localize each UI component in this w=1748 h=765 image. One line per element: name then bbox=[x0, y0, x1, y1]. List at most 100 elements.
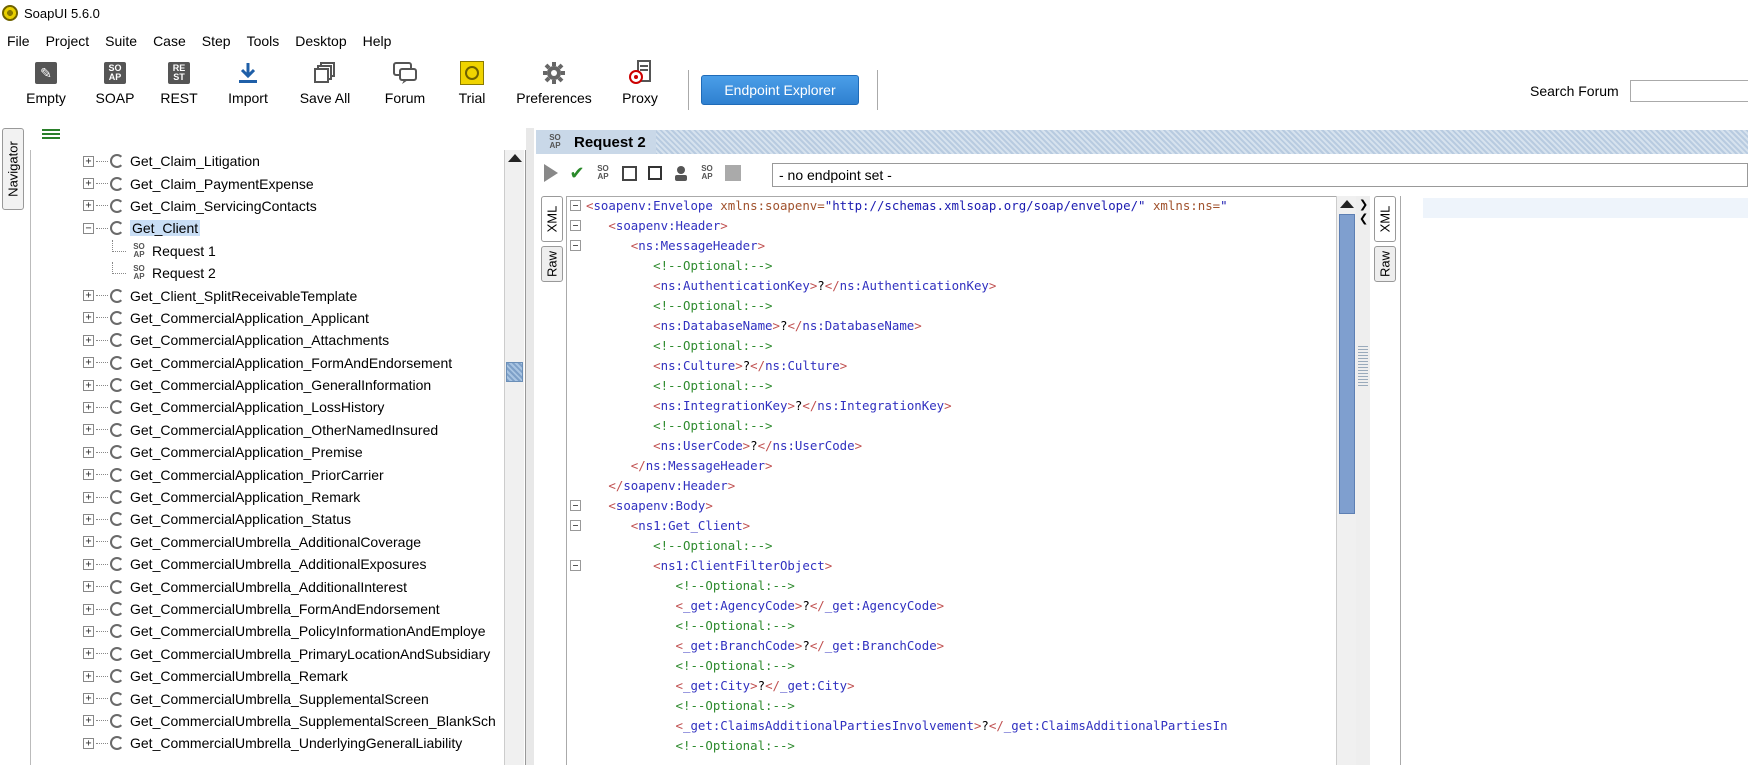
search-forum-input[interactable] bbox=[1630, 80, 1748, 102]
trial-button[interactable]: Trial bbox=[432, 60, 512, 106]
fold-toggle-icon[interactable] bbox=[570, 200, 581, 211]
save-all-button[interactable]: Save All bbox=[285, 60, 365, 106]
menu-project[interactable]: Project bbox=[38, 33, 98, 49]
menu-help[interactable]: Help bbox=[355, 33, 400, 49]
menu-file[interactable]: File bbox=[0, 33, 38, 49]
preferences-button[interactable]: Preferences bbox=[514, 60, 594, 106]
expand-icon[interactable]: + bbox=[83, 625, 94, 637]
window-icon[interactable] bbox=[646, 164, 664, 182]
tree-item[interactable]: + Get_CommercialApplication_Status bbox=[30, 508, 500, 530]
soap-settings-icon[interactable]: SO AP bbox=[698, 164, 716, 182]
expand-icon[interactable]: + bbox=[83, 379, 94, 391]
import-button[interactable]: Import bbox=[208, 60, 288, 106]
chevron-left-icon[interactable]: ❮ bbox=[1359, 212, 1368, 225]
fullscreen-icon[interactable] bbox=[620, 164, 638, 182]
endpoint-explorer-button[interactable]: Endpoint Explorer bbox=[701, 75, 859, 105]
endpoint-select[interactable]: - no endpoint set - bbox=[772, 163, 1748, 187]
tree-item[interactable]: + Get_CommercialApplication_OtherNamedIns… bbox=[30, 419, 500, 441]
expand-icon[interactable]: + bbox=[83, 491, 94, 503]
tree-item[interactable]: + Get_CommercialUmbrella_AdditionalIntere… bbox=[30, 575, 500, 597]
menu-case[interactable]: Case bbox=[145, 33, 194, 49]
tree-item[interactable]: + Get_CommercialApplication_PriorCarrier bbox=[30, 463, 500, 485]
empty-button[interactable]: ✎ Empty bbox=[6, 60, 86, 106]
user-icon[interactable] bbox=[672, 164, 690, 182]
stop-icon[interactable] bbox=[724, 164, 742, 182]
expand-icon[interactable]: + bbox=[83, 178, 94, 190]
tree-item[interactable]: + Get_Claim_ServicingContacts bbox=[30, 195, 500, 217]
tree-item[interactable]: + Get_CommercialUmbrella_Remark bbox=[30, 665, 500, 687]
fold-toggle-icon[interactable] bbox=[570, 520, 581, 531]
expand-icon[interactable]: + bbox=[83, 312, 94, 324]
tree-request-item[interactable]: SO AP Request 1 bbox=[30, 239, 500, 262]
tree-view-icon[interactable] bbox=[42, 127, 60, 141]
expand-icon[interactable]: + bbox=[83, 469, 94, 481]
menu-desktop[interactable]: Desktop bbox=[287, 33, 354, 49]
response-tab-raw[interactable]: Raw bbox=[1374, 246, 1396, 282]
expand-icon[interactable]: + bbox=[83, 357, 94, 369]
expand-icon[interactable]: + bbox=[83, 558, 94, 570]
tree-item[interactable]: + Get_CommercialUmbrella_AdditionalCovera… bbox=[30, 531, 500, 553]
request-xml-editor[interactable]: < soapenv:Envelope xmlns:soapenv="http://… bbox=[586, 196, 1336, 765]
expand-icon[interactable]: + bbox=[83, 670, 94, 682]
tree-item[interactable]: + Get_CommercialUmbrella_PolicyInformatio… bbox=[30, 620, 500, 642]
tree-item[interactable]: + Get_CommercialApplication_FormAndEndors… bbox=[30, 352, 500, 374]
tree-item[interactable]: + Get_CommercialUmbrella_PrimaryLocationA… bbox=[30, 643, 500, 665]
tree-item[interactable]: + Get_Client_SplitReceivableTemplate bbox=[30, 284, 500, 306]
expand-icon[interactable]: + bbox=[83, 334, 94, 346]
expand-icon[interactable]: + bbox=[83, 536, 94, 548]
tree-item[interactable]: + Get_CommercialApplication_Premise bbox=[30, 441, 500, 463]
menu-tools[interactable]: Tools bbox=[239, 33, 288, 49]
expand-icon[interactable]: + bbox=[83, 290, 94, 302]
chevron-right-icon[interactable]: ❯ bbox=[1359, 198, 1368, 211]
tree-item[interactable]: + Get_CommercialUmbrella_FormAndEndorseme… bbox=[30, 598, 500, 620]
tree-request-item[interactable]: SO AP Request 2 bbox=[30, 262, 500, 284]
tree-item[interactable]: + Get_CommercialUmbrella_SupplementalScre… bbox=[30, 687, 500, 709]
tree-item[interactable]: + Get_CommercialUmbrella_AdditionalExposu… bbox=[30, 553, 500, 575]
proxy-button[interactable]: Proxy bbox=[600, 60, 680, 106]
splitter-grip[interactable] bbox=[1358, 346, 1368, 386]
collapse-icon[interactable]: − bbox=[83, 222, 94, 234]
tree-item[interactable]: + Get_CommercialApplication_LossHistory bbox=[30, 396, 500, 418]
expand-icon[interactable]: + bbox=[83, 424, 94, 436]
submit-request-icon[interactable] bbox=[542, 164, 560, 182]
soap-format-icon[interactable]: SO AP bbox=[594, 164, 612, 182]
response-tab-xml[interactable]: XML bbox=[1374, 196, 1396, 242]
rest-button[interactable]: RE ST REST bbox=[139, 60, 219, 106]
expand-icon[interactable]: + bbox=[83, 155, 94, 167]
expand-icon[interactable]: + bbox=[83, 648, 94, 660]
scroll-up-arrow-icon[interactable] bbox=[508, 154, 522, 162]
tab-raw[interactable]: Raw bbox=[541, 246, 563, 282]
request-response-splitter[interactable]: ❯ ❮ bbox=[1356, 196, 1370, 765]
tree-item[interactable]: + Get_Claim_Litigation bbox=[30, 150, 500, 172]
expand-icon[interactable]: + bbox=[83, 513, 94, 525]
tree-item[interactable]: + Get_Claim_PaymentExpense bbox=[30, 172, 500, 194]
fold-toggle-icon[interactable] bbox=[570, 500, 581, 511]
tree-item[interactable]: + Get_CommercialApplication_GeneralInform… bbox=[30, 374, 500, 396]
menu-step[interactable]: Step bbox=[194, 33, 239, 49]
scroll-thumb[interactable] bbox=[506, 362, 523, 382]
expand-icon[interactable]: + bbox=[83, 581, 94, 593]
tree-item[interactable]: + Get_CommercialApplication_Applicant bbox=[30, 307, 500, 329]
scroll-up-arrow-icon[interactable] bbox=[1340, 200, 1354, 208]
check-icon[interactable]: ✔ bbox=[568, 164, 586, 182]
tab-xml[interactable]: XML bbox=[541, 196, 563, 242]
fold-toggle-icon[interactable] bbox=[570, 560, 581, 571]
split-divider[interactable] bbox=[526, 128, 534, 765]
navigator-tab[interactable]: Navigator bbox=[2, 128, 24, 210]
expand-icon[interactable]: + bbox=[83, 715, 94, 727]
tree-item[interactable]: + Get_CommercialApplication_Remark bbox=[30, 486, 500, 508]
tree-item[interactable]: + Get_CommercialUmbrella_UnderlyingGenera… bbox=[30, 732, 500, 754]
menu-suite[interactable]: Suite bbox=[97, 33, 145, 49]
expand-icon[interactable]: + bbox=[83, 737, 94, 749]
navigator-scrollbar[interactable] bbox=[504, 150, 524, 765]
expand-icon[interactable]: + bbox=[83, 200, 94, 212]
expand-icon[interactable]: + bbox=[83, 446, 94, 458]
expand-icon[interactable]: + bbox=[83, 693, 94, 705]
scroll-thumb[interactable] bbox=[1339, 214, 1355, 514]
tree-item[interactable]: + Get_CommercialUmbrella_SupplementalScre… bbox=[30, 710, 500, 732]
response-xml-editor[interactable] bbox=[1400, 196, 1748, 765]
tree-item[interactable]: + Get_CommercialApplication_Attachments bbox=[30, 329, 500, 351]
fold-toggle-icon[interactable] bbox=[570, 220, 581, 231]
tree-item-selected[interactable]: − Get_Client bbox=[30, 217, 500, 239]
editor-scrollbar[interactable] bbox=[1336, 196, 1356, 765]
